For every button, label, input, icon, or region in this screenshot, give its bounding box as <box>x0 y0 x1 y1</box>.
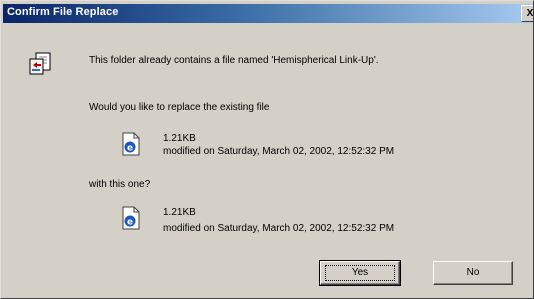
close-icon: X <box>526 8 534 19</box>
replace-file-icon <box>29 52 51 75</box>
existing-file-modified: modified on Saturday, March 02, 2002, 12… <box>163 146 395 157</box>
new-file-size: 1.21KB <box>163 207 196 218</box>
replace-message: This folder already contains a file name… <box>89 55 379 66</box>
yes-button[interactable]: Yes <box>319 260 401 286</box>
no-button[interactable]: No <box>433 261 513 285</box>
with-label: with this one? <box>89 179 151 190</box>
replace-question: Would you like to replace the existing f… <box>89 102 270 113</box>
existing-file-size: 1.21KB <box>163 133 196 144</box>
dialog-title: Confirm File Replace <box>7 6 119 18</box>
confirm-file-replace-dialog: Confirm File Replace X This folder alrea… <box>0 0 534 299</box>
svg-text:e: e <box>127 218 133 228</box>
no-button-label: No <box>466 267 480 278</box>
new-file-modified: modified on Saturday, March 02, 2002, 12… <box>163 223 395 234</box>
focus-rect <box>325 265 395 281</box>
ie-document-icon: e <box>122 132 140 156</box>
close-button[interactable]: X <box>521 5 534 22</box>
svg-text:e: e <box>127 144 133 154</box>
ie-document-icon: e <box>122 206 140 230</box>
title-bar[interactable]: Confirm File Replace X <box>3 4 533 23</box>
